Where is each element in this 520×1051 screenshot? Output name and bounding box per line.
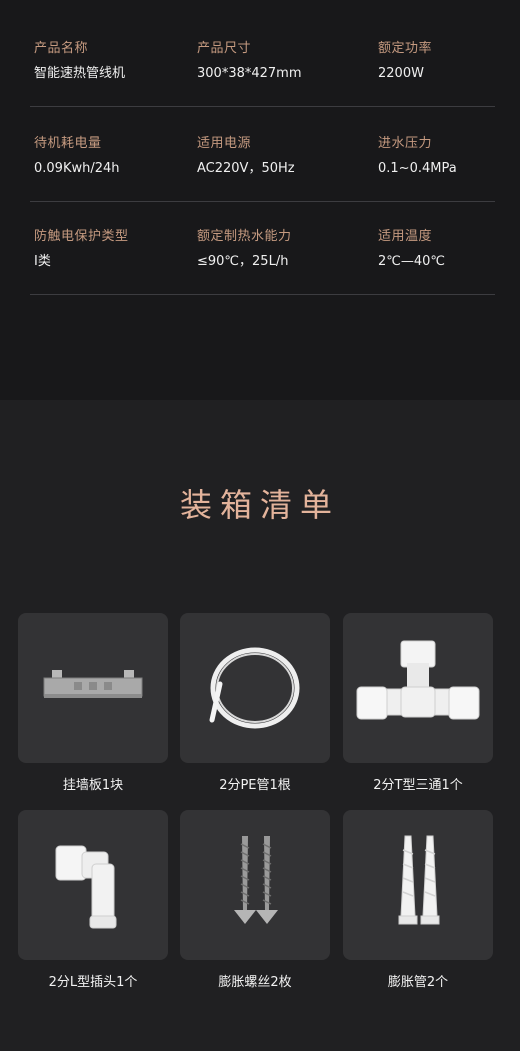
spec-cell: 进水压力 0.1~0.4MPa: [378, 135, 457, 178]
spec-row: 防触电保护类型 Ⅰ类 额定制热水能力 ≤90℃，25L/h 适用温度 2℃—40…: [30, 228, 495, 295]
spec-label: 防触电保护类型: [34, 229, 129, 244]
spec-value: 300*38*427mm: [197, 66, 302, 81]
packing-item: 2分L型插头1个: [18, 810, 168, 992]
spec-cell: 防触电保护类型 Ⅰ类: [34, 228, 129, 271]
tee-connector-icon: [356, 640, 480, 720]
packing-list-title: 装箱清单: [179, 486, 340, 524]
packing-item: 挂墙板1块: [18, 613, 168, 795]
spec-value: 2℃—40℃: [378, 254, 446, 269]
item-label: 膨胀螺丝2枚: [218, 975, 292, 990]
spec-value: 0.1~0.4MPa: [378, 161, 457, 176]
item-card: [343, 613, 493, 763]
spec-cell: 适用电源 AC220V，50Hz: [197, 135, 295, 178]
spec-value: 智能速热管线机: [34, 66, 126, 81]
spec-label: 待机耗电量: [34, 136, 102, 151]
spec-label: 适用温度: [378, 229, 433, 244]
spec-row: 产品名称 智能速热管线机 产品尺寸 300*38*427mm 额定功率 2200…: [30, 40, 495, 107]
packing-item: 膨胀管2个: [343, 810, 493, 992]
item-card: [18, 810, 168, 960]
packing-list-section: 装箱清单 挂墙板1块 2分PE管1根 2分T型三通1个 2分L型插头1个 膨胀螺…: [0, 400, 520, 1051]
spec-value: Ⅰ类: [34, 254, 51, 269]
item-label: 2分L型插头1个: [48, 975, 138, 990]
spec-row: 待机耗电量 0.09Kwh/24h 适用电源 AC220V，50Hz 进水压力 …: [30, 135, 495, 202]
item-label: 2分PE管1根: [219, 778, 291, 793]
spec-cell: 产品尺寸 300*38*427mm: [197, 40, 302, 83]
spec-cell: 额定制热水能力 ≤90℃，25L/h: [197, 228, 292, 271]
packing-item: 2分T型三通1个: [343, 613, 493, 795]
item-card: [18, 613, 168, 763]
spec-cell: 待机耗电量 0.09Kwh/24h: [34, 135, 120, 178]
spec-label: 产品名称: [34, 41, 89, 56]
spec-label: 产品尺寸: [197, 41, 252, 56]
spec-label: 额定制热水能力: [197, 229, 292, 244]
spec-cell: 产品名称 智能速热管线机: [34, 40, 125, 83]
spec-value: AC220V，50Hz: [197, 161, 295, 176]
spec-value: 2200W: [378, 66, 424, 81]
item-label: 2分T型三通1个: [373, 778, 463, 793]
spec-label: 额定功率: [378, 41, 433, 56]
item-label: 挂墙板1块: [62, 778, 124, 793]
spec-table: 产品名称 智能速热管线机 产品尺寸 300*38*427mm 额定功率 2200…: [0, 0, 520, 400]
item-label: 膨胀管2个: [387, 975, 449, 990]
spec-label: 进水压力: [378, 136, 433, 151]
elbow-connector-icon: [55, 845, 117, 929]
packing-item: 膨胀螺丝2枚: [180, 810, 330, 992]
item-card: [180, 810, 330, 960]
screws-icon: [234, 836, 278, 924]
wall-plate-icon: [43, 670, 143, 698]
wall-anchor-icon: [398, 835, 440, 925]
packing-item: 2分PE管1根: [180, 613, 330, 795]
spec-label: 适用电源: [197, 136, 252, 151]
spec-value: ≤90℃，25L/h: [197, 254, 289, 269]
spec-cell: 额定功率 2200W: [378, 40, 432, 83]
spec-value: 0.09Kwh/24h: [34, 161, 120, 176]
pe-tube-icon: [209, 647, 300, 729]
item-card: [180, 613, 330, 763]
item-card: [343, 810, 493, 960]
spec-cell: 适用温度 2℃—40℃: [378, 228, 445, 271]
